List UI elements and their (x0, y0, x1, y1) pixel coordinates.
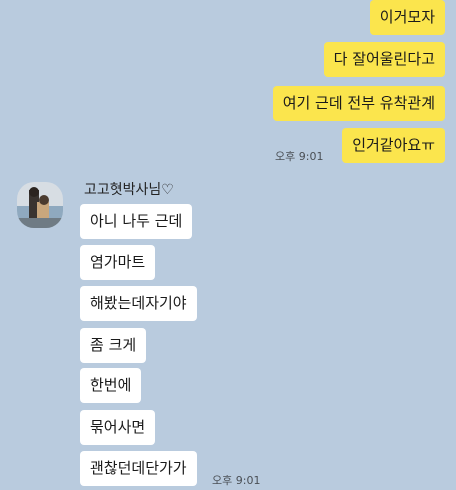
avatar-photo-icon (17, 182, 63, 228)
outgoing-message[interactable]: 인거같아요ㅠ (342, 128, 445, 163)
outgoing-message[interactable]: 여기 근데 전부 유착관계 (272, 86, 445, 121)
incoming-message[interactable]: 한번에 (80, 368, 142, 403)
incoming-message[interactable]: 좀 크게 (80, 328, 147, 363)
sender-name: 고고혓박사님♡ (84, 182, 174, 198)
outgoing-message[interactable]: 다 잘어울린다고 (323, 42, 445, 77)
incoming-message[interactable]: 괜찮던데단가가 (80, 451, 197, 486)
incoming-message[interactable]: 묶어사면 (80, 410, 156, 445)
outgoing-message[interactable]: 이거모자 (369, 0, 445, 35)
message-timestamp: 오후 9:01 (212, 474, 261, 487)
message-timestamp: 오후 9:01 (275, 150, 324, 163)
incoming-message[interactable]: 염가마트 (80, 245, 156, 280)
incoming-message[interactable]: 아니 나두 근데 (80, 204, 193, 239)
avatar[interactable] (17, 182, 63, 228)
incoming-message[interactable]: 해봤는데자기야 (80, 286, 197, 321)
